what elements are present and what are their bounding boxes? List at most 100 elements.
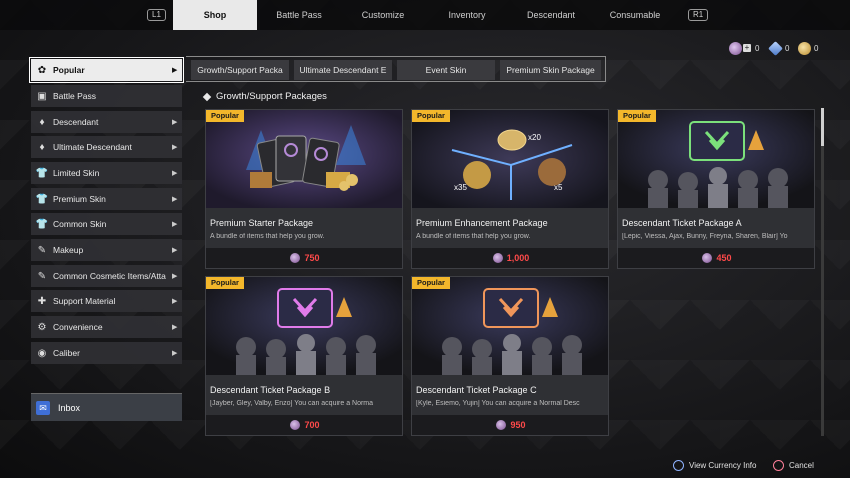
sidebar-item-label: Makeup [53,245,84,255]
sidebar-item-makeup[interactable]: ✎ Makeup ▶ [31,239,182,261]
popular-badge: Popular [412,277,450,289]
convenience-icon: ⚙ [37,321,47,333]
chevron-right-icon: ▶ [172,67,178,74]
sidebar-item-label: Convenience [53,322,103,332]
sidebar-item-popular[interactable]: ✿ Popular ▶ [29,57,184,83]
sidebar-item-convenience[interactable]: ⚙ Convenience ▶ [31,316,182,338]
caliber-icon [290,420,301,430]
tab-battle-pass[interactable]: Battle Pass [257,0,341,30]
price-bar: 1,000 [412,248,608,268]
sidebar-item-label: Caliber [53,348,80,358]
price-bar: 450 [618,248,814,268]
package-description: A bundle of items that help you grow. [210,233,325,240]
inbox-label: Inbox [58,402,81,413]
gold-amount: 0 [814,44,819,53]
tab-customize[interactable]: Customize [341,0,425,30]
sidebar-item-label: Ultimate Descendant [53,142,132,152]
l1-button[interactable]: L1 [147,9,166,21]
tab-inventory[interactable]: Inventory [425,0,509,30]
package-card-premium-starter-package[interactable]: Popular Premium Starter Package A bundle o… [205,109,403,269]
caliber-icon: ◉ [37,347,47,359]
package-price: 750 [304,253,320,263]
crystal-amount: 0 [785,44,790,53]
package-card-descendant-ticket-package-b[interactable]: Popular Descendant Ticket Package B [Jaybe… [205,276,403,436]
package-card-descendant-ticket-package-a[interactable]: Popular Descendant Ticket Package A [Lepic… [617,109,815,269]
descendant-icon: ♦ [39,116,45,128]
subtab-growth-support[interactable]: Growth/Support Packa [191,60,289,80]
sidebar-item-descendant[interactable]: ♦ Descendant ▶ [31,111,182,133]
chevron-right-icon: ▶ [172,196,178,203]
view-currency-info-button[interactable]: View Currency Info [689,460,756,471]
circle-button-icon [673,460,684,471]
subtab-ultimate-descendant[interactable]: Ultimate Descendant E [294,60,392,80]
cancel-button[interactable]: Cancel [789,460,814,471]
package-description: A bundle of items that help you grow. [416,233,531,240]
support-material-icon: ✚ [37,295,47,307]
chevron-right-icon: ▶ [172,144,178,151]
popular-badge: Popular [412,110,450,122]
package-name: Descendant Ticket Package C [416,385,537,395]
sidebar-item-common-cosmetic-items-atta[interactable]: ✎ Common Cosmetic Items/Atta ▶ [31,265,182,287]
chevron-right-icon: ▶ [172,273,178,280]
package-card-premium-enhancement-package[interactable]: x20 x35 x5 Popular Premium Enhancement Packa… [411,109,609,269]
popular-badge: Popular [618,110,656,122]
crystal-icon [768,41,783,56]
ultimate-descendant-icon: ♦ [39,141,45,153]
chevron-right-icon: ▶ [172,170,178,177]
sidebar-item-support-material[interactable]: ✚ Support Material ▶ [31,290,182,312]
package-description: [Jayber, Gley, Valby, Enzo] You can acqu… [210,400,374,407]
sidebar-item-common-skin[interactable]: 👕 Common Skin ▶ [31,213,182,235]
price-bar: 750 [206,248,402,268]
package-price: 700 [304,420,320,430]
add-caliber-icon[interactable]: + [743,44,751,52]
package-art [206,277,402,375]
subtab-premium-skin-package[interactable]: Premium Skin Package [500,60,601,80]
caliber-icon [702,253,713,263]
shirt-icon: 👕 [35,218,49,230]
chevron-right-icon: ▶ [172,350,178,357]
cross-button-icon [773,460,784,471]
price-bar: 700 [206,415,402,435]
sidebar-item-battle-pass[interactable]: ▣ Battle Pass [31,85,182,107]
sidebar-item-label: Battle Pass [53,91,96,101]
package-description: [Kyle, Esiemo, Yujin] You can acquire a … [416,400,580,407]
sidebar-item-caliber[interactable]: ◉ Caliber ▶ [31,342,182,364]
sidebar-item-label: Descendant [53,117,99,127]
shirt-icon: 👕 [35,167,49,179]
chevron-right-icon: ▶ [172,324,178,331]
package-price: 1,000 [506,253,530,263]
package-description: [Lepic, Viessa, Ajax, Bunny, Freyna, Sha… [622,233,788,240]
sidebar-item-label: Common Skin [53,219,107,229]
r1-button[interactable]: R1 [688,9,709,21]
chevron-right-icon: ▶ [172,119,178,126]
package-card-descendant-ticket-package-c[interactable]: Popular Descendant Ticket Package C [Kyle,… [411,276,609,436]
caliber-amount: 0 [755,44,760,53]
package-price: 950 [510,420,526,430]
sidebar-item-ultimate-descendant[interactable]: ♦ Ultimate Descendant ▶ [31,136,182,158]
sidebar-item-label: Support Material [53,296,116,306]
sidebar-item-premium-skin[interactable]: 👕 Premium Skin ▶ [31,188,182,210]
sidebar-item-label: Limited Skin [53,168,100,178]
chevron-right-icon: ▶ [172,221,178,228]
battle-pass-icon: ▣ [37,90,47,102]
scrollbar-track[interactable] [821,108,824,436]
package-name: Premium Enhancement Package [416,218,548,228]
caliber-icon [496,420,507,430]
package-art [206,110,402,208]
package-art [618,110,814,208]
inbox-button[interactable]: ✉ Inbox [31,393,182,421]
shirt-icon: 👕 [35,193,49,205]
scrollbar-thumb[interactable] [821,108,824,146]
tab-consumable[interactable]: Consumable [593,0,677,30]
sidebar-item-label: Common Cosmetic Items/Atta [53,271,166,281]
section-title: Growth/Support Packages [216,91,327,102]
cosmetic-icon: ✎ [37,270,47,282]
sidebar-item-limited-skin[interactable]: 👕 Limited Skin ▶ [31,162,182,184]
svg-text:x35: x35 [454,183,467,192]
tab-descendant[interactable]: Descendant [509,0,593,30]
svg-text:x5: x5 [554,183,563,192]
subtab-event-skin[interactable]: Event Skin [397,60,495,80]
tab-shop[interactable]: Shop [173,0,257,30]
caliber-icon [729,42,742,55]
package-price: 450 [716,253,732,263]
